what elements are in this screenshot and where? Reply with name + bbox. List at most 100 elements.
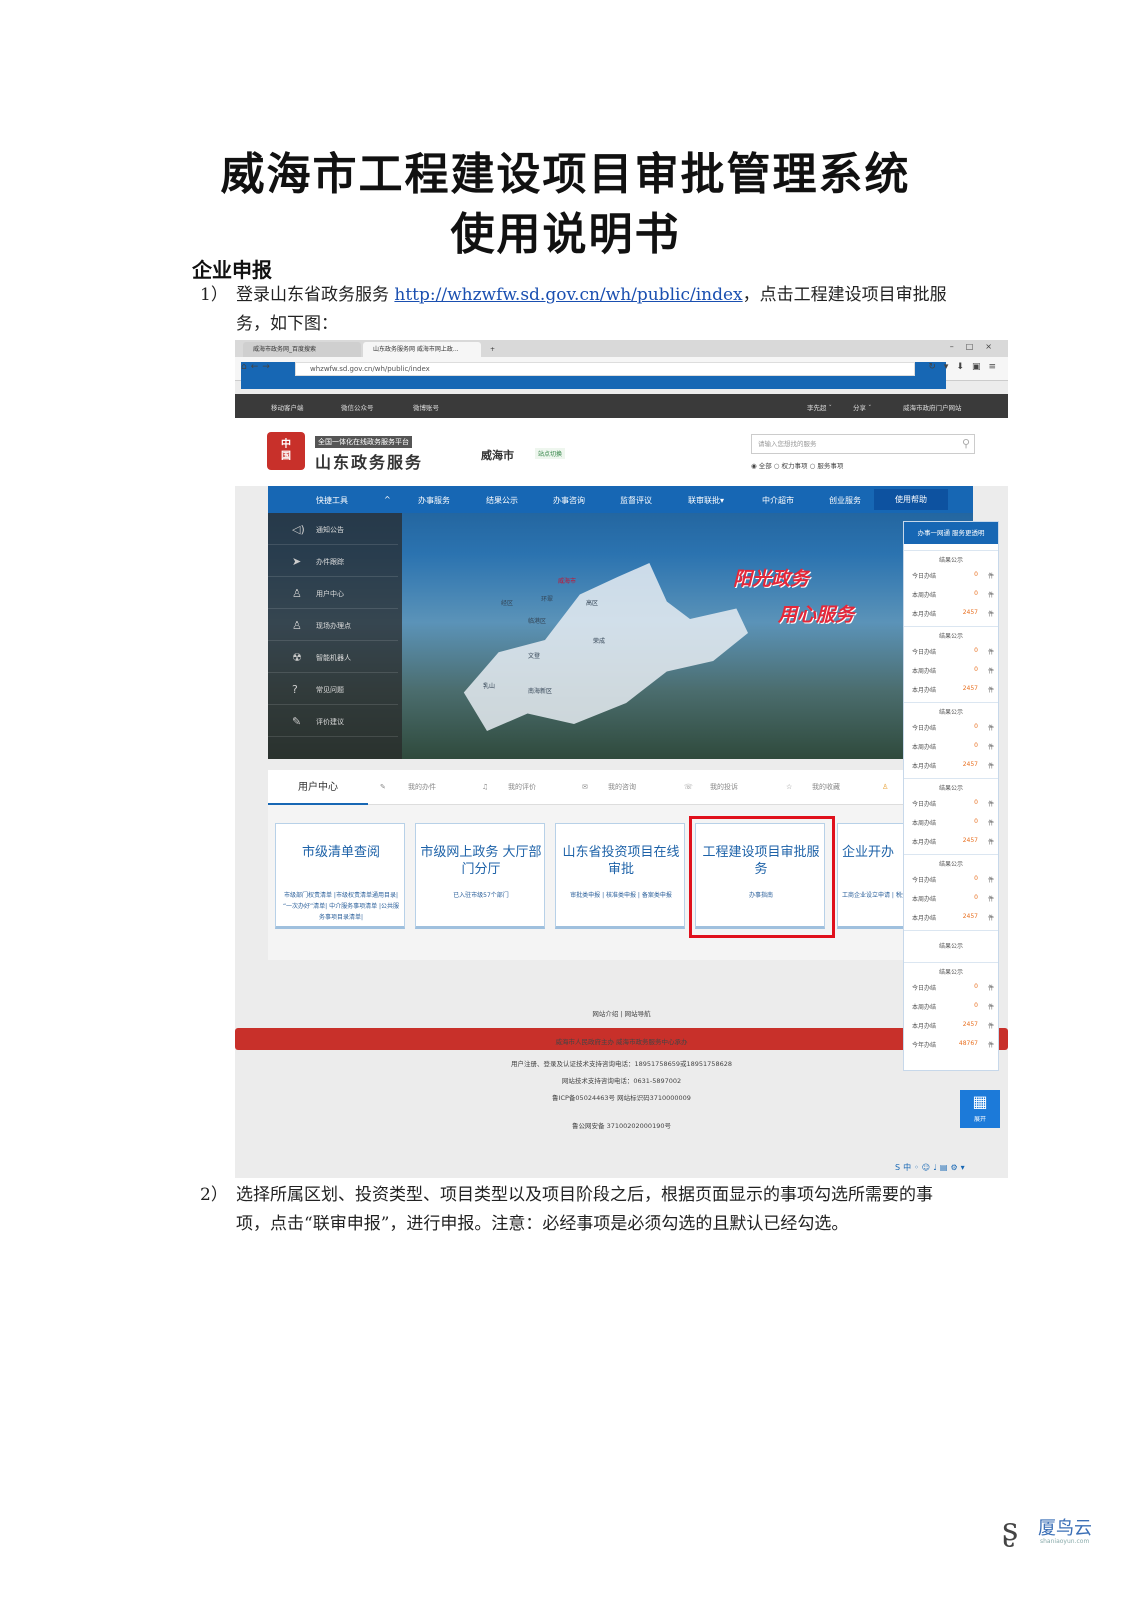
search-scope-radios[interactable]: ◉ 全部 ○ 权力事项 ○ 服务事项 [751, 460, 843, 470]
site-search-input[interactable]: 请输入您想找的服务 ⚲ [751, 434, 975, 454]
watermark-name: 厦鸟云 [1038, 1518, 1092, 1539]
tab-my-cases[interactable]: 我的办件 [408, 770, 436, 805]
quick-tool-item[interactable]: ➤ 办件跟踪 [268, 547, 398, 577]
card-investment-approval[interactable]: 山东省投资项目在线审批 审批类申报 | 核准类申报 | 备案类申报 [555, 823, 685, 929]
user-icon: ♙ [292, 587, 302, 600]
edit-icon: ✎ [292, 715, 302, 728]
topbar-share[interactable]: 分享 ˇ [853, 402, 871, 412]
expand-button[interactable]: ▦ 展开 [960, 1090, 1000, 1128]
question-icon: ? [292, 683, 298, 696]
doc-title-line2: 使用说明书 [450, 209, 681, 260]
topbar-gov-portal[interactable]: 威海市政府门户网站 [903, 402, 962, 412]
topbar-user[interactable]: 李先超 ˇ [807, 402, 832, 412]
main-nav: 快捷工具 ^ 办事服务 结果公示 办事咨询 监督评议 联审联批▾ 中介超市 创业… [268, 486, 973, 513]
window-controls-icon[interactable]: –□× [950, 342, 1004, 351]
url-field[interactable]: whzwfw.sd.gov.cn/wh/public/index [295, 362, 915, 376]
map-label: 荣成 [593, 638, 606, 645]
person-pin-icon: ♙ [292, 619, 302, 632]
nav-item[interactable]: 联审联批▾ [688, 495, 724, 506]
nav-item[interactable]: 中介超市 [762, 495, 794, 506]
map-label: 环翠 [541, 596, 554, 603]
tab-my-complaints[interactable]: 我的投诉 [710, 770, 738, 805]
star-icon: ☆ [786, 783, 793, 791]
watermark-domain: shaniaoyun.com [1040, 1538, 1090, 1545]
quick-tool-item[interactable]: ♙ 现场办理点 [268, 611, 398, 641]
map-label: 威海市 [558, 578, 577, 585]
banner: 威海市 环翠 高区 临港区 经区 荣成 文登 乳山 南海新区 阳光政务 用心服务… [268, 486, 973, 759]
quick-tool-item[interactable]: ◁) 通知公告 [268, 515, 398, 545]
card-enterprise-open[interactable]: 企业开办工商企业设立申请 | 税企业设立申请 [837, 823, 907, 929]
nav-item[interactable]: 办事服务 [418, 495, 450, 506]
card-city-list[interactable]: 市级清单查阅 市级部门权责清单 |市级权责清单通用目录| “一次办好”清单| 中介… [275, 823, 405, 929]
search-icon[interactable]: ⚲ [962, 435, 970, 453]
bell-icon: ♫ [482, 783, 489, 791]
tab-user-center[interactable]: 用户中心 [268, 770, 368, 805]
topbar-mobile[interactable]: 移动客户端 [271, 402, 304, 412]
footer-support: 用户注册、登录及认证技术支持咨询电话：18951758659或189517586… [511, 1060, 732, 1068]
nav-item[interactable]: 创业服务 [829, 495, 861, 506]
nav-item[interactable]: 办事咨询 [553, 495, 585, 506]
city-name: 威海市 [481, 449, 514, 462]
quick-tool-item[interactable]: ☢ 智能机器人 [268, 643, 398, 673]
map-label: 经区 [501, 600, 514, 607]
send-icon: ➤ [292, 555, 302, 568]
portal-link[interactable]: http://whzwfw.sd.gov.cn/wh/public/index [394, 285, 742, 305]
quick-tool-item[interactable]: ♙ 用户中心 [268, 579, 398, 609]
slogan-1: 阳光政务 [733, 568, 810, 590]
watermark-logo: ʂ 厦鸟云 shaniaoyun.com [1002, 1510, 1098, 1550]
speaker-icon: ◁) [292, 523, 305, 536]
city-switch[interactable]: 站点切换 [535, 448, 566, 459]
quick-tool-item[interactable]: ? 常见问题 [268, 675, 398, 705]
phone-icon: ☏ [684, 783, 693, 791]
result-box: 结果公示 今日办结 0 件 本周办结 0 件 本月办结 2457 件 [904, 626, 998, 706]
bird-logo-icon: ʂ [1002, 1510, 1019, 1548]
footer-links[interactable]: 网站介绍 | 网站导航 [235, 1008, 1008, 1018]
map-label: 临港区 [528, 618, 547, 625]
service-cards: 市级清单查阅 市级部门权责清单 |市级权责清单通用目录| “一次办好”清单| 中介… [268, 805, 938, 960]
new-tab-icon[interactable]: + [485, 342, 501, 357]
site-footer: 网站介绍 | 网站导航 威海市人民政府主办 威海市政务服务中心承办 用户注册、登… [235, 980, 1008, 1160]
pencil-icon: ✎ [380, 783, 386, 791]
footer-icp: 鲁ICP备05024463号 网站标识码3710000009 [552, 1094, 691, 1102]
result-box: 结果公示 [904, 930, 998, 962]
doc-title-line1: 威海市工程建设项目审批管理系统 [220, 149, 911, 200]
input-method-toolbar-icon[interactable]: S中◦☺♩▤⚙▾ [895, 1162, 968, 1173]
quick-tools-panel: ◁) 通知公告 ➤ 办件跟踪 ♙ 用户中心 ♙ 现场办理点 ☢ 智能机器人 ? 常见问题 ✎… [268, 513, 402, 759]
tab-my-reviews[interactable]: 我的评价 [508, 770, 536, 805]
address-bar: ⌂←→ whzwfw.sd.gov.cn/wh/public/index ↻▾⬇… [235, 357, 1008, 389]
footer-host: 威海市人民政府主办 威海市政务服务中心承办 [555, 1038, 688, 1046]
browser-tab-1[interactable]: 威海市政务网_百度搜索 [243, 342, 361, 357]
nav-help-button[interactable]: 使用帮助 [874, 489, 948, 510]
topbar-wechat[interactable]: 微信公众号 [341, 402, 374, 412]
result-sidebar-header: 办事一网通 服务更透明 [904, 522, 998, 544]
map-label: 高区 [586, 600, 599, 607]
grid-icon: ▦ [972, 1092, 988, 1111]
result-box: 结果公示 今日办结 0 件 本周办结 0 件 本月办结 2457 件 [904, 702, 998, 782]
portal-screenshot: 威海市政务网_百度搜索 山东政务服务网 威海市网上政... + –□× ⌂←→ … [235, 340, 1008, 1178]
step-1-text-pre: 登录山东省政务服务 [236, 285, 395, 305]
nav-item[interactable]: 结果公示 [486, 495, 518, 506]
tab-my-inquiries[interactable]: 我的咨询 [608, 770, 636, 805]
robot-icon: ☢ [292, 651, 302, 664]
platform-subtitle: 全国一体化在线政务服务平台 [315, 436, 412, 448]
quick-tool-item[interactable]: ✎ 评价建议 [268, 707, 398, 737]
browser-tabs: 威海市政务网_百度搜索 山东政务服务网 威海市网上政... + –□× [235, 340, 1008, 357]
nav-item[interactable]: 监督评议 [620, 495, 652, 506]
card-city-hall[interactable]: 市级网上政务 大厅部门分厅 已入驻市级57个部门 [415, 823, 545, 929]
site-header: 中国 全国一体化在线政务服务平台 山东政务服务 威海市 站点切换 请输入您想找的… [235, 418, 1008, 486]
mail-icon: ✉ [582, 783, 588, 791]
tab-my-favorites[interactable]: 我的收藏 [812, 770, 840, 805]
topbar-weibo[interactable]: 微博账号 [413, 402, 439, 412]
person-icon: ♙ [882, 783, 889, 791]
nav-quick-tools[interactable]: 快捷工具 [316, 495, 348, 506]
browser-toolbar-icons[interactable]: ↻▾⬇▣≡ [928, 362, 1004, 372]
result-box: 结果公示 今日办结 0 件 本周办结 0 件 本月办结 2457 件 [904, 854, 998, 934]
chevron-up-icon[interactable]: ^ [384, 495, 391, 504]
browser-tab-2[interactable]: 山东政务服务网 威海市网上政... [363, 342, 481, 357]
shandong-logo-icon: 中国 [267, 432, 305, 470]
result-box: 结果公示 今日办结 0 件 本周办结 0 件 本月办结 2457 件 [904, 550, 998, 630]
step-2-text: 选择所属区划、投资类型、项目类型以及项目阶段之后，根据页面显示的事项勾选所需要的… [236, 1185, 933, 1234]
footer-police: 鲁公网安备 37100202000190号 [572, 1122, 671, 1130]
section-heading: 企业申报 [192, 258, 272, 282]
step-2-number: 2） [200, 1185, 228, 1205]
